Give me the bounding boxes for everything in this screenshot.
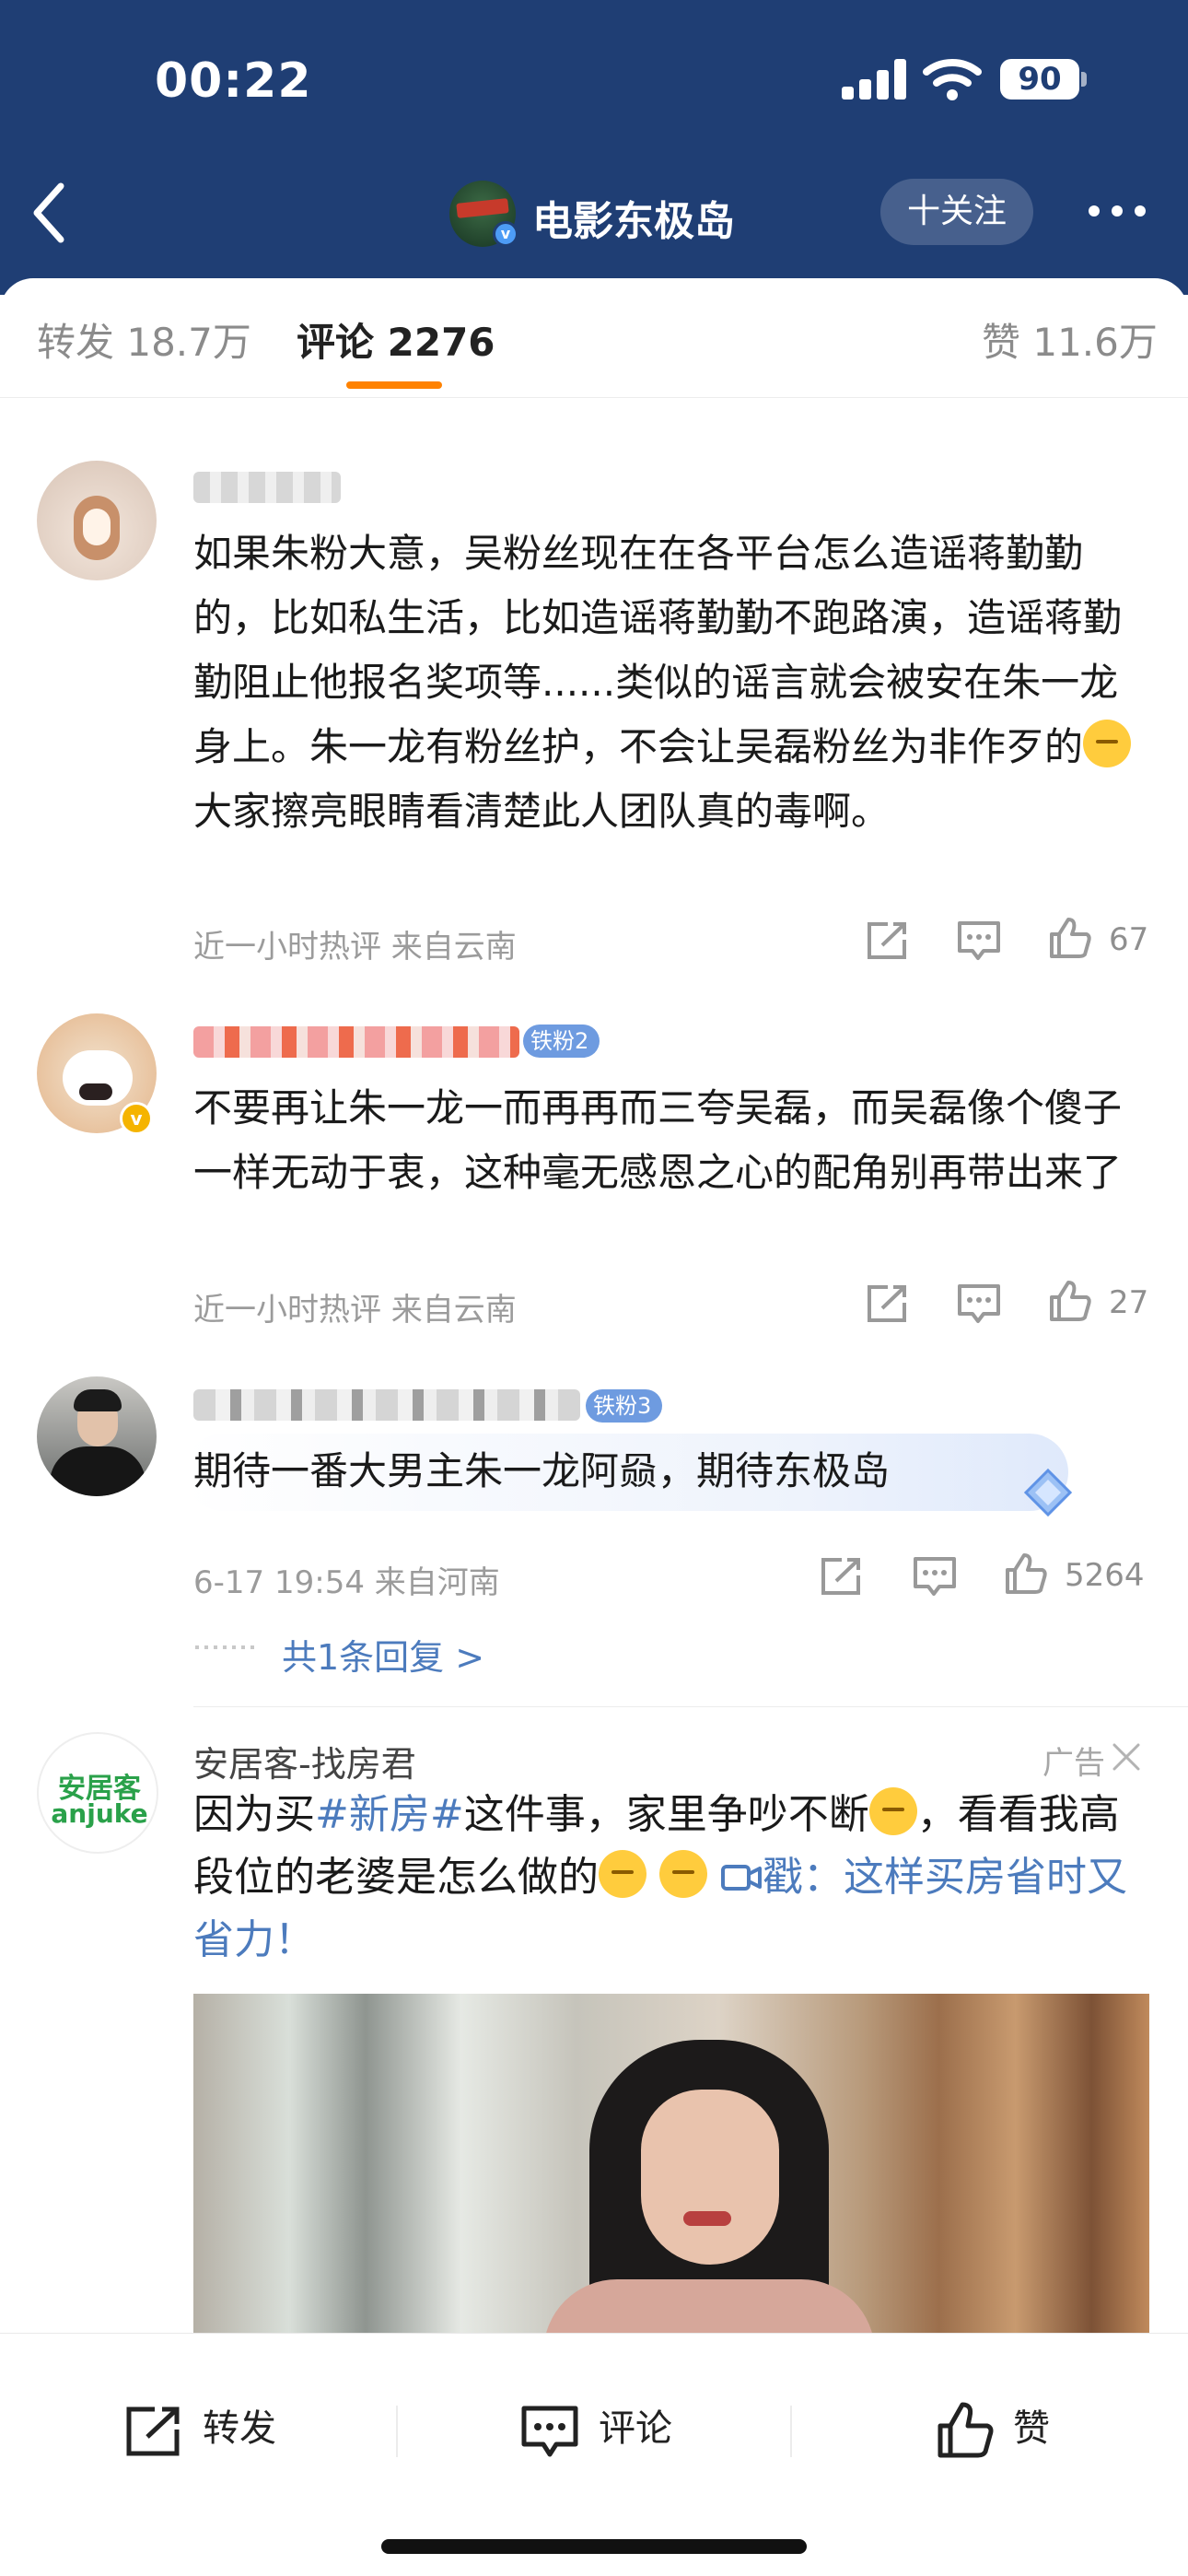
verified-icon: v: [493, 221, 518, 247]
repost-icon[interactable]: [818, 1555, 864, 1598]
ad-logo-subtext: anjuke: [51, 1798, 148, 1829]
battery-tip: [1081, 72, 1087, 87]
comment-text: 如果朱粉大意，吴粉丝现在在各平台怎么造谣蒋勤勤的，比如私生活，比如造谣蒋勤勤不跑…: [193, 521, 1151, 844]
verified-icon: v: [120, 1102, 153, 1135]
close-icon[interactable]: [1111, 1741, 1142, 1773]
ad-account-name[interactable]: 安居客-找房君: [193, 1736, 416, 1786]
home-indicator: [381, 2539, 807, 2554]
fan-badge: 铁粉2: [523, 1025, 600, 1058]
comment-meta: 近一小时热评 来自云南: [193, 1292, 517, 1329]
flushed-emoji-icon: [1083, 720, 1132, 767]
comment-meta: 6-17 19:54 来自河南: [193, 1564, 500, 1601]
like-count: 5264: [1065, 1557, 1145, 1594]
like-icon[interactable]: [1004, 1551, 1050, 1594]
comment-icon[interactable]: [956, 1282, 1002, 1325]
crying-emoji-icon: [868, 1787, 917, 1835]
separator: [396, 2406, 398, 2457]
divider: [193, 1706, 1188, 1707]
like-button[interactable]: 赞: [1013, 2396, 1050, 2461]
comment-text: 期待一番大男主朱一龙阿赑，期待东极岛: [193, 1448, 891, 1493]
like-icon[interactable]: [1048, 916, 1094, 958]
wifi-icon: [923, 59, 982, 100]
comment-icon[interactable]: [912, 1555, 958, 1598]
repost-button[interactable]: 转发: [203, 2396, 276, 2461]
like-icon[interactable]: [1048, 1279, 1094, 1321]
repost-icon[interactable]: [864, 1282, 910, 1325]
fan-badge: 铁粉3: [586, 1389, 663, 1423]
back-icon[interactable]: [29, 181, 70, 245]
tab-repost[interactable]: 转发 18.7万: [37, 311, 251, 368]
ad-video-thumbnail[interactable]: [193, 1994, 1149, 2336]
cellular-signal-icon: [842, 59, 906, 100]
comment-button[interactable]: 评论: [599, 2396, 672, 2461]
separator: [790, 2406, 792, 2457]
ad-avatar[interactable]: 安居客 anjuke: [37, 1732, 158, 1854]
repost-icon[interactable]: [123, 2404, 184, 2459]
ad-text: 因为买#新房#这件事，家里争吵不断 ，看看我高段位的老婆是怎么做的 戳：这样买房省…: [193, 1784, 1151, 1972]
username-redacted[interactable]: [193, 1026, 519, 1058]
repost-icon[interactable]: [864, 919, 910, 962]
ad-tag: 广告: [1042, 1745, 1105, 1782]
hashtag-link[interactable]: #新房#: [315, 1791, 464, 1838]
more-icon[interactable]: [1085, 197, 1149, 225]
tab-comments[interactable]: 评论 2276: [297, 311, 495, 368]
replies-link[interactable]: 共1条回复 >: [282, 1629, 484, 1680]
thinking-emoji-icon: [659, 1850, 707, 1898]
like-count: 27: [1109, 1284, 1149, 1321]
like-icon[interactable]: [936, 2400, 996, 2459]
tab-likes[interactable]: 赞 11.6万: [982, 311, 1158, 368]
like-count: 67: [1109, 921, 1149, 958]
page-title[interactable]: 电影东极岛: [532, 188, 735, 247]
follow-button[interactable]: 十关注: [880, 179, 1033, 245]
video-icon: [721, 1865, 762, 1891]
comment-icon[interactable]: [956, 919, 1002, 962]
status-time: 00:22: [155, 53, 312, 109]
thinking-emoji-icon: [599, 1850, 646, 1898]
username-redacted[interactable]: [193, 1389, 580, 1421]
top-header: 00:22 90 v 电影东极岛 十关注: [0, 0, 1188, 295]
comment-icon[interactable]: [519, 2404, 580, 2459]
tab-bar: 转发 18.7万 评论 2276 赞 11.6万: [0, 278, 1188, 398]
comment-meta: 近一小时热评 来自云南: [193, 929, 517, 966]
active-tab-indicator: [346, 381, 442, 389]
avatar[interactable]: [37, 1376, 157, 1496]
replies-dots: [195, 1645, 260, 1649]
diamond-icon: [1023, 1468, 1073, 1517]
avatar[interactable]: [37, 461, 157, 580]
comment-text: 不要再让朱一龙一而再再而三夸吴磊，而吴磊像个傻子一样无动于衷，这种毫无感恩之心的…: [193, 1085, 1123, 1195]
battery-indicator: 90: [1000, 59, 1079, 100]
username-redacted[interactable]: [193, 472, 341, 503]
